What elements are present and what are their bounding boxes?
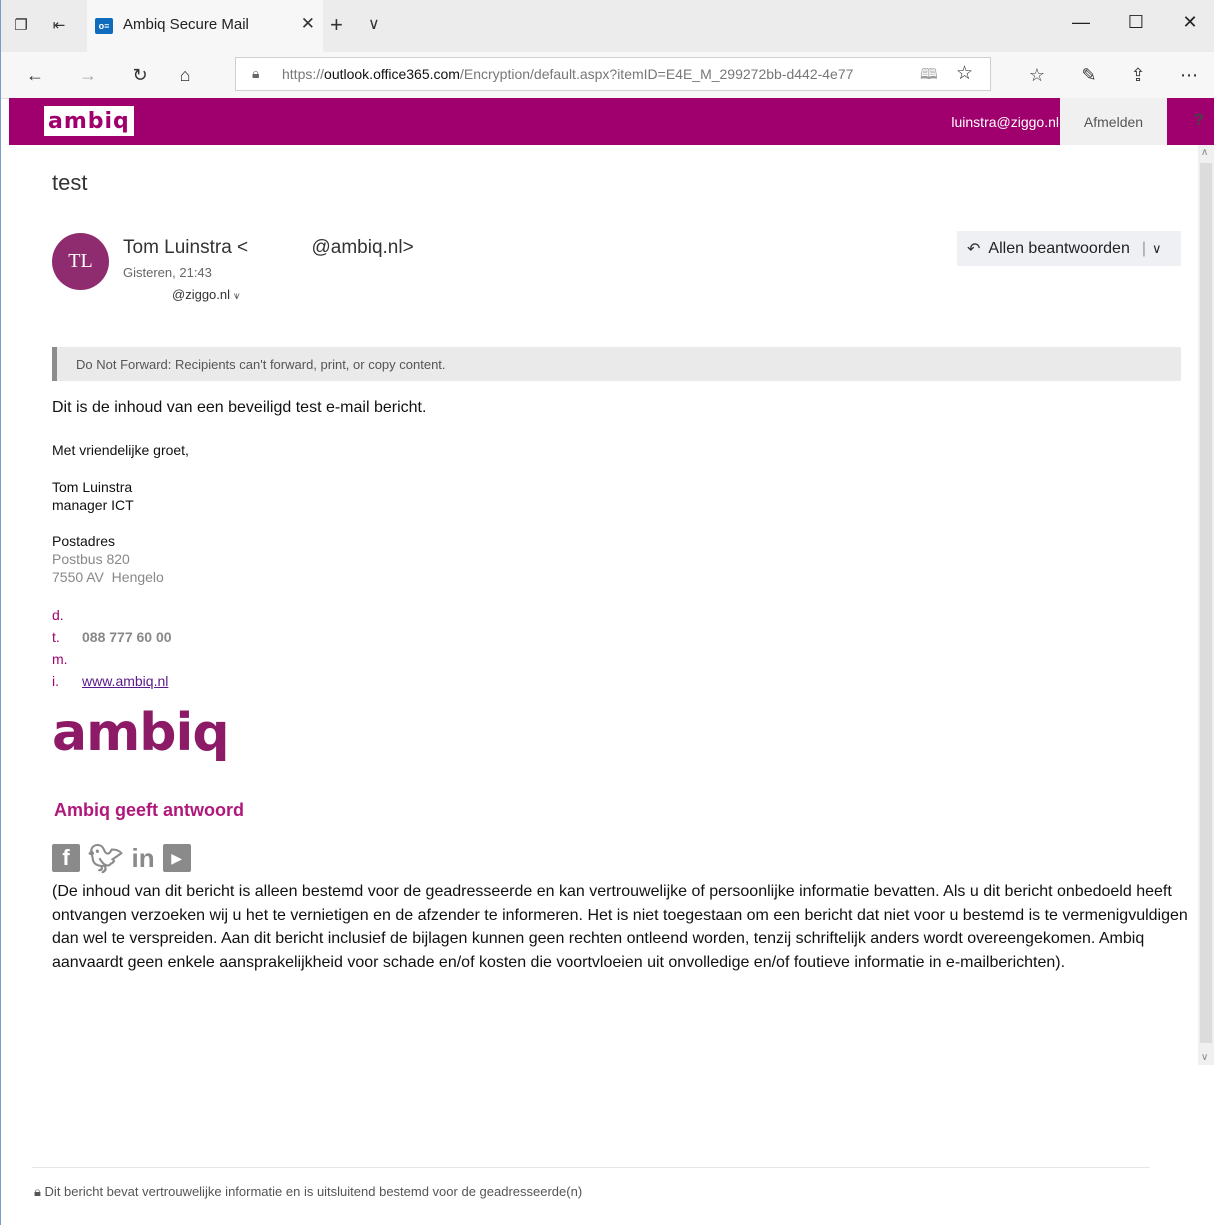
reading-view-icon[interactable]: 🕮︎	[920, 64, 938, 89]
refresh-icon[interactable]: ↻	[127, 62, 153, 88]
linkedin-icon[interactable]: in	[132, 843, 155, 873]
tab-bar: ❐ ⇤ o≡ Ambiq Secure Mail ✕ + ∨ — ☐ ✕	[0, 0, 1214, 52]
chevron-down-icon[interactable]: ∨	[1152, 241, 1162, 257]
recipient[interactable]: @ziggo.nl ⩛︎	[172, 287, 240, 303]
contact-mobile: m.	[52, 651, 68, 667]
avatar: TL	[52, 233, 109, 290]
message-subject: test	[52, 170, 88, 195]
website-link[interactable]: www.ambiq.nl	[82, 673, 168, 689]
contact-phone: t. 088 777 60 00	[52, 629, 172, 645]
forward-icon[interactable]: →	[75, 62, 101, 88]
footer-notice: 🔒︎ Dit bericht bevat vertrouwelijke info…	[34, 1184, 583, 1199]
signature-greeting: Met vriendelijke groet,	[52, 442, 189, 458]
url-text[interactable]: https://outlook.office365.com/Encryption…	[282, 66, 912, 82]
contact-web: i. www.ambiq.nl	[52, 673, 169, 689]
navigation-bar: ← → ↻ ⌂ 🔒︎ https://outlook.office365.com…	[0, 52, 1214, 99]
favorites-hub-icon[interactable]: ☆	[1024, 62, 1050, 88]
mail-header-bar: ambiq luinstra@ziggo.nl Afmelden ?	[9, 98, 1214, 145]
contact-direct: d.	[52, 607, 64, 623]
favorite-star-icon[interactable]: ☆	[956, 62, 973, 85]
maximize-icon[interactable]: ☐	[1121, 12, 1151, 33]
message-date: Gisteren, 21:43	[123, 265, 212, 280]
expand-recipients-icon[interactable]: ⩛︎	[234, 290, 240, 302]
facebook-icon[interactable]: f	[52, 844, 80, 872]
home-icon[interactable]: ⌂	[172, 62, 198, 88]
message-body: Dit is de inhoud van een beveiligd test …	[52, 399, 427, 416]
twitter-icon[interactable]: 🐦︎	[88, 843, 124, 874]
window-border	[0, 0, 1214, 1225]
signature-name: Tom Luinstra	[52, 479, 133, 495]
reply-all-button[interactable]: ↶ Allen beantwoorden | ∨	[957, 231, 1181, 266]
back-icon[interactable]: ←	[22, 62, 48, 88]
address-bar[interactable]: 🔒︎ https://outlook.office365.com/Encrypt…	[235, 57, 991, 91]
social-icons: f 🐦︎ in ▶	[52, 843, 191, 874]
address-line-2: 7550 AV Hengelo	[52, 569, 164, 585]
contact-list: d. t. 088 777 60 00 m. i. www.ambiq.nl	[52, 604, 172, 692]
pen-icon[interactable]: ✎	[1076, 62, 1102, 88]
browser-tab[interactable]: o≡ Ambiq Secure Mail ✕	[87, 0, 323, 52]
scroll-thumb[interactable]	[1200, 163, 1212, 1043]
tab-back-icon[interactable]: ⇤	[48, 14, 70, 36]
new-tab-icon[interactable]: +	[330, 12, 343, 38]
signature-role: manager ICT	[52, 497, 134, 513]
ambiq-signature-logo: ambiq	[52, 703, 230, 763]
lock-icon: 🔒︎	[34, 1184, 41, 1199]
minimize-icon[interactable]: —	[1066, 12, 1096, 33]
youtube-icon[interactable]: ▶	[162, 844, 191, 872]
close-window-icon[interactable]: ✕	[1175, 12, 1205, 33]
scrollbar[interactable]: ∧ ∨	[1198, 145, 1214, 1065]
sender[interactable]: Tom Luinstra < @ambiq.nl>	[123, 237, 414, 259]
tab-dropdown-icon[interactable]: ∨	[368, 14, 380, 34]
do-not-forward-banner: Do Not Forward: Recipients can't forward…	[52, 347, 1181, 381]
scroll-down-icon[interactable]: ∨	[1201, 1052, 1208, 1063]
tab-title: Ambiq Secure Mail	[123, 16, 249, 33]
user-account[interactable]: luinstra@ziggo.nl	[951, 114, 1059, 130]
more-icon[interactable]: ⋯	[1176, 62, 1202, 88]
footer-divider	[32, 1167, 1150, 1168]
address-label: Postadres	[52, 533, 116, 549]
ambiq-logo: ambiq	[44, 106, 134, 136]
reply-all-icon: ↶	[967, 240, 981, 258]
signout-button[interactable]: Afmelden	[1060, 98, 1167, 145]
lock-icon: 🔒︎	[252, 65, 260, 81]
close-tab-icon[interactable]: ✕	[301, 14, 315, 34]
tab-actions-icon[interactable]: ❐	[10, 14, 32, 36]
tagline: Ambiq geeft antwoord	[54, 800, 244, 820]
scroll-up-icon[interactable]: ∧	[1201, 147, 1208, 158]
help-icon[interactable]: ?	[1194, 110, 1204, 130]
disclaimer: (De inhoud van dit bericht is alleen bes…	[52, 883, 1188, 971]
outlook-favicon-icon: o≡	[95, 18, 113, 34]
share-icon[interactable]: ⇪	[1125, 62, 1151, 88]
address-line-1: Postbus 820	[52, 551, 130, 567]
